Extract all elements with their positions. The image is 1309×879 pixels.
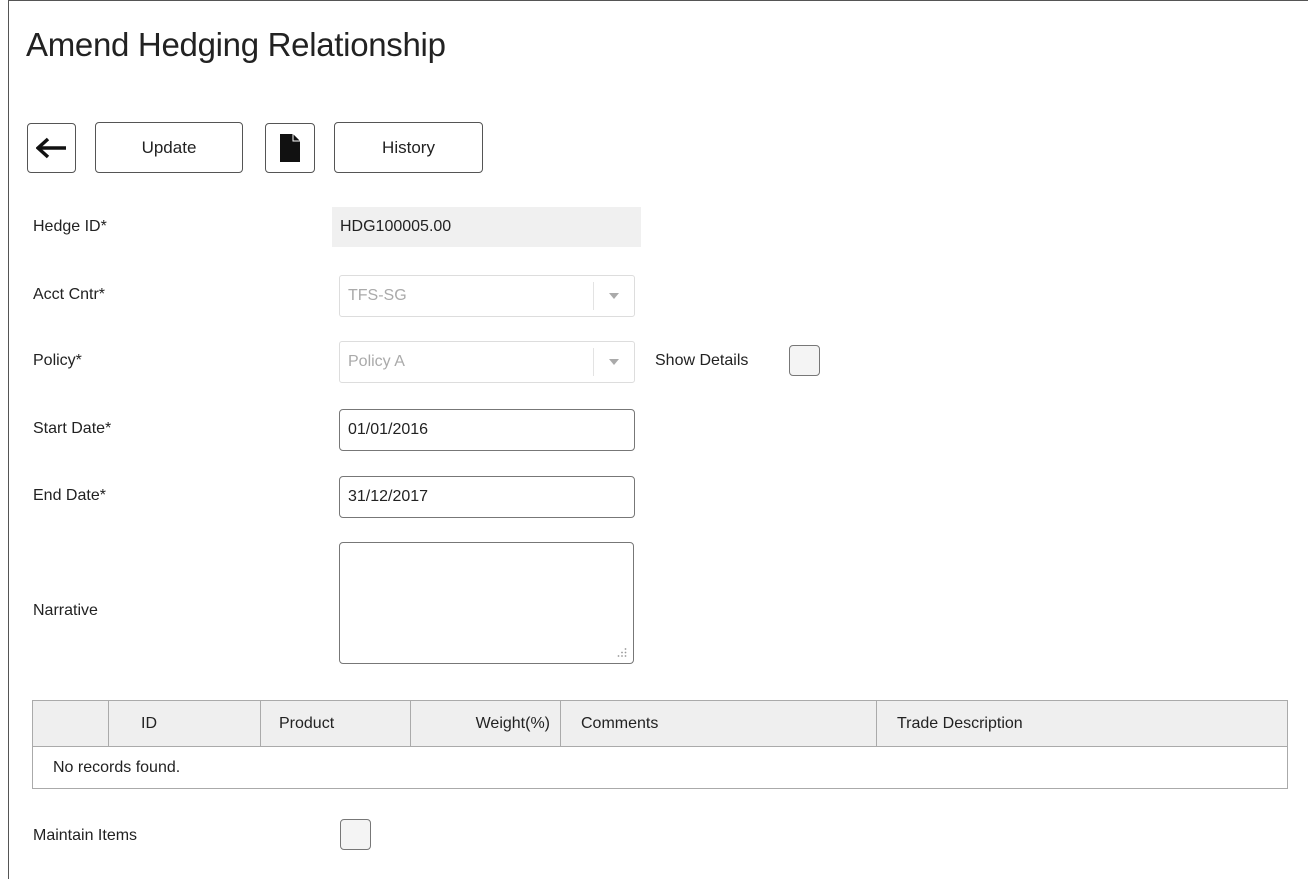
start-date-label: Start Date* [33,420,112,437]
hedge-id-value: HDG100005.00 [340,218,452,235]
end-date-label: End Date* [33,487,106,504]
history-button[interactable]: History [334,122,483,173]
back-button[interactable] [27,123,76,173]
column-header-product[interactable]: Product [260,700,411,747]
maintain-items-checkbox[interactable] [340,819,371,850]
hedge-id-label: Hedge ID* [33,218,107,235]
show-details-checkbox[interactable] [789,345,820,376]
column-header-trade-description[interactable]: Trade Description [876,700,1288,747]
column-header-weight[interactable]: Weight(%) [410,700,561,747]
table-row: No records found. [32,746,1288,789]
document-button[interactable] [265,123,315,173]
empty-message: No records found. [32,746,1288,789]
maintain-items-label: Maintain Items [33,827,138,844]
table-header-row: ID Product Weight(%) Comments Trade Desc… [32,700,1288,747]
hedge-items-table: ID Product Weight(%) Comments Trade Desc… [32,700,1288,789]
narrative-textarea[interactable] [339,542,634,664]
narrative-label: Narrative [33,602,98,619]
acct-cntr-label: Acct Cntr* [33,286,106,303]
policy-select[interactable]: Policy A [339,341,635,383]
chevron-down-icon [593,282,634,310]
policy-value: Policy A [348,353,405,370]
chevron-down-icon [593,348,634,376]
start-date-input[interactable]: 01/01/2016 [339,409,635,451]
arrow-left-icon [35,137,66,159]
start-date-value: 01/01/2016 [348,421,429,438]
end-date-value: 31/12/2017 [348,488,429,505]
column-header-select[interactable] [32,700,109,747]
show-details-label: Show Details [655,352,749,369]
document-icon [280,134,300,162]
update-button[interactable]: Update [95,122,243,173]
page-title: Amend Hedging Relationship [26,26,446,63]
resize-grip-icon[interactable] [617,647,627,657]
column-header-comments[interactable]: Comments [560,700,877,747]
acct-cntr-value: TFS-SG [348,287,407,304]
policy-label: Policy* [33,352,82,369]
hedge-id-field: HDG100005.00 [332,207,641,247]
end-date-input[interactable]: 31/12/2017 [339,476,635,518]
acct-cntr-select[interactable]: TFS-SG [339,275,635,317]
column-header-id[interactable]: ID [108,700,261,747]
